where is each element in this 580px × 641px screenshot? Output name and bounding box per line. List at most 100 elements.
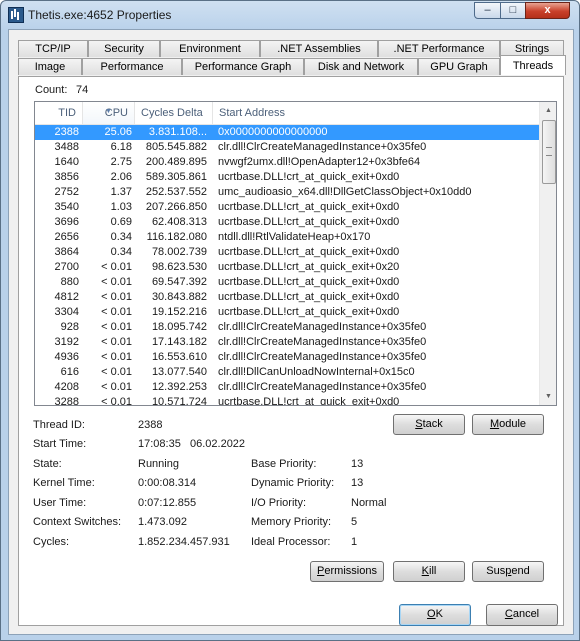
close-button[interactable]: x xyxy=(525,2,570,19)
tab-performance[interactable]: Performance xyxy=(82,58,182,75)
thread-cpu: < 0.01 xyxy=(101,261,132,273)
thread-row[interactable]: 3540 1.03 207.266.850 ucrtbase.DLL!crt_at_q… xyxy=(35,200,539,215)
tab-image[interactable]: Image xyxy=(18,58,82,75)
cycles-label: Cycles: xyxy=(33,536,70,548)
tab-tcpip[interactable]: TCP/IP xyxy=(18,40,88,57)
dialog-client: TCP/IP Security Environment .NET Assembl… xyxy=(8,29,574,635)
context-switches-label: Context Switches: xyxy=(33,516,122,528)
thread-tid: 2656 xyxy=(54,231,79,243)
stack-button[interactable]: Stack xyxy=(393,414,465,435)
scroll-down-icon[interactable]: ▼ xyxy=(540,388,556,405)
thread-start-address: ntdll.dll!RtlValidateHeap+0x170 xyxy=(218,231,371,243)
thread-tid: 3192 xyxy=(54,336,79,348)
column-cycles-delta[interactable]: Cycles Delta xyxy=(135,102,213,124)
tab-environment[interactable]: Environment xyxy=(160,40,260,57)
thread-row[interactable]: 616 < 0.01 13.077.540 clr.dll!DllCanUnloadN… xyxy=(35,365,539,380)
cancel-button[interactable]: Cancel xyxy=(486,604,558,626)
app-icon xyxy=(8,7,24,23)
thread-start-address: clr.dll!ClrCreateManagedInstance+0x35fe0 xyxy=(218,351,427,363)
thread-start-address: ucrtbase.DLL!crt_at_quick_exit+0xd0 xyxy=(218,216,400,228)
column-tid[interactable]: TID xyxy=(35,102,83,124)
thread-row[interactable]: 928 < 0.01 18.095.742 clr.dll!ClrCreateMana… xyxy=(35,320,539,335)
thread-cpu: 1.03 xyxy=(110,201,132,213)
thread-row[interactable]: 3864 0.34 78.002.739 ucrtbase.DLL!crt_at_qu… xyxy=(35,245,539,260)
thread-tid: 3488 xyxy=(54,141,79,153)
thread-id-label: Thread ID: xyxy=(33,419,85,431)
thread-row[interactable]: 4936 < 0.01 16.553.610 clr.dll!ClrCreateMan… xyxy=(35,350,539,365)
scroll-up-icon[interactable]: ▲ xyxy=(540,102,556,119)
state-value: Running xyxy=(138,458,179,470)
thread-row[interactable]: 3488 6.18 805.545.882 clr.dll!ClrCreateMana… xyxy=(35,140,539,155)
thread-row[interactable]: 4208 < 0.01 12.392.253 clr.dll!ClrCreateMan… xyxy=(35,380,539,395)
thread-row[interactable]: 3856 2.06 589.305.861 ucrtbase.DLL!crt_at_q… xyxy=(35,170,539,185)
thread-id-value: 2388 xyxy=(138,419,163,431)
minimize-button[interactable]: – xyxy=(474,2,501,19)
thread-cpu: < 0.01 xyxy=(101,306,132,318)
tab-threads[interactable]: Threads xyxy=(500,55,566,75)
ideal-processor-label: Ideal Processor: xyxy=(251,536,331,548)
tab-disk-and-network[interactable]: Disk and Network xyxy=(304,58,418,75)
thread-row[interactable]: 2388 25.06 3.831.108... 0x0000000000000000 xyxy=(35,125,539,140)
thread-cycles-delta: 30.843.882 xyxy=(151,291,207,303)
thread-cycles-delta: 62.408.313 xyxy=(151,216,207,228)
thread-cpu: < 0.01 xyxy=(101,381,132,393)
thread-cycles-delta: 17.143.182 xyxy=(151,336,207,348)
thread-row[interactable]: 2656 0.34 116.182.080 ntdll.dll!RtlValidate… xyxy=(35,230,539,245)
thread-cycles-delta: 252.537.552 xyxy=(145,186,207,198)
thread-cpu: 2.06 xyxy=(110,171,132,183)
thread-row[interactable]: 2752 1.37 252.537.552 umc_audioasio_x64.dll… xyxy=(35,185,539,200)
cycles-value: 1.852.234.457.931 xyxy=(138,536,230,548)
thread-tid: 928 xyxy=(60,321,79,333)
scroll-thumb[interactable] xyxy=(542,120,556,184)
thread-tid: 3856 xyxy=(54,171,79,183)
user-time-label: User Time: xyxy=(33,497,87,509)
thread-tid: 3696 xyxy=(54,216,79,228)
thread-row[interactable]: 3288 < 0.01 10.571.724 ucrtbase.DLL!crt_at_… xyxy=(35,395,539,406)
thread-row[interactable]: 880 < 0.01 69.547.392 ucrtbase.DLL!crt_at_q… xyxy=(35,275,539,290)
thread-start-address: ucrtbase.DLL!crt_at_quick_exit+0xd0 xyxy=(218,246,400,258)
title-bar[interactable]: Thetis.exe:4652 Properties – □ x xyxy=(1,1,579,29)
kernel-time-value: 0:00:08.314 xyxy=(138,477,197,489)
thread-start-address: ucrtbase.DLL!crt_at_quick_exit+0xd0 xyxy=(218,291,400,303)
maximize-button[interactable]: □ xyxy=(500,2,526,19)
thread-list-scrollbar[interactable]: ▲ ▼ xyxy=(539,102,556,405)
tab-security[interactable]: Security xyxy=(88,40,160,57)
thread-cycles-delta: 12.392.253 xyxy=(151,381,207,393)
count-label: Count: xyxy=(35,84,68,96)
tab-gpu-graph[interactable]: GPU Graph xyxy=(418,58,500,75)
thread-row[interactable]: 3192 < 0.01 17.143.182 clr.dll!ClrCreateMan… xyxy=(35,335,539,350)
thread-list[interactable]: TID ▼ CPU Cycles Delta Start Address 2388… xyxy=(34,101,557,406)
thread-row[interactable]: 4812 < 0.01 30.843.882 ucrtbase.DLL!crt_at_… xyxy=(35,290,539,305)
tab-net-assemblies[interactable]: .NET Assemblies xyxy=(260,40,378,57)
suspend-button[interactable]: Suspend xyxy=(472,561,544,582)
thread-row[interactable]: 1640 2.75 200.489.895 nvwgf2umx.dll!OpenAda… xyxy=(35,155,539,170)
context-switches-value: 1.473.092 xyxy=(138,516,187,528)
column-cpu[interactable]: ▼ CPU xyxy=(83,102,135,124)
thread-cpu: 0.34 xyxy=(110,246,132,258)
thread-cycles-delta: 69.547.392 xyxy=(151,276,207,288)
kill-button[interactable]: Kill xyxy=(393,561,465,582)
thread-cycles-delta: 10.571.724 xyxy=(151,396,207,406)
thread-start-address: clr.dll!ClrCreateManagedInstance+0x35fe0 xyxy=(218,321,427,333)
kernel-time-label: Kernel Time: xyxy=(33,477,95,489)
thread-start-address: umc_audioasio_x64.dll!DllGetClassObject+… xyxy=(218,186,472,198)
module-button[interactable]: Module xyxy=(472,414,544,435)
thread-start-address: ucrtbase.DLL!crt_at_quick_exit+0x20 xyxy=(218,261,400,273)
permissions-button[interactable]: Permissions xyxy=(310,561,384,582)
base-priority-value: 13 xyxy=(351,458,364,470)
thread-row[interactable]: 2700 < 0.01 98.623.530 ucrtbase.DLL!crt_at_… xyxy=(35,260,539,275)
base-priority-label: Base Priority: xyxy=(251,458,317,470)
column-start-address[interactable]: Start Address xyxy=(213,102,539,124)
thread-row[interactable]: 3304 < 0.01 19.152.216 ucrtbase.DLL!crt_at_… xyxy=(35,305,539,320)
tab-performance-graph[interactable]: Performance Graph xyxy=(182,58,304,75)
memory-priority-value: 5 xyxy=(351,516,358,528)
thread-start-address: clr.dll!DllCanUnloadNowInternal+0x15c0 xyxy=(218,366,415,378)
thread-cpu: < 0.01 xyxy=(101,396,132,406)
thread-cpu: 0.34 xyxy=(110,231,132,243)
ok-button[interactable]: OK xyxy=(399,604,471,626)
thread-row[interactable]: 3696 0.69 62.408.313 ucrtbase.DLL!crt_at_qu… xyxy=(35,215,539,230)
thread-tid: 4208 xyxy=(54,381,79,393)
tab-net-performance[interactable]: .NET Performance xyxy=(378,40,500,57)
ideal-processor-value: 1 xyxy=(351,536,358,548)
thread-cycles-delta: 3.831.108... xyxy=(148,126,207,138)
